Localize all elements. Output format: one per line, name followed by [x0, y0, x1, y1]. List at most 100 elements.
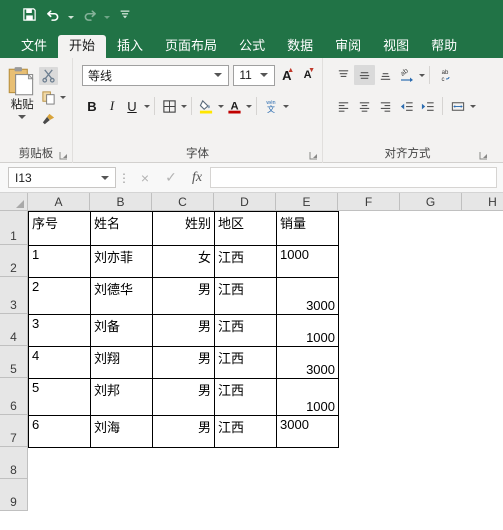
- cancel-formula-icon[interactable]: ×: [132, 167, 158, 189]
- cell-C5[interactable]: 男: [152, 346, 215, 379]
- font-size-caret[interactable]: [260, 73, 269, 77]
- underline-button[interactable]: U: [122, 95, 142, 117]
- cell-B5[interactable]: 刘翔: [90, 346, 153, 379]
- row-header-3[interactable]: 3: [0, 277, 28, 314]
- formula-bar-grip[interactable]: ⋮: [116, 172, 132, 184]
- column-header-b[interactable]: B: [90, 193, 152, 211]
- tab-page-layout[interactable]: 页面布局: [154, 35, 228, 58]
- cell-D1[interactable]: 地区: [214, 211, 277, 246]
- row-header-6[interactable]: 6: [0, 378, 28, 415]
- font-name-combo[interactable]: 等线: [82, 64, 230, 86]
- cell-B6[interactable]: 刘邦: [90, 378, 153, 416]
- tab-home[interactable]: 开始: [58, 35, 107, 58]
- tab-formulas[interactable]: 公式: [228, 35, 276, 58]
- column-header-c[interactable]: C: [152, 193, 214, 211]
- decrease-font-size-button[interactable]: A ▼: [298, 64, 317, 86]
- cell-C2[interactable]: 女: [152, 245, 215, 278]
- underline-dropdown-caret[interactable]: [144, 104, 150, 108]
- font-name-caret[interactable]: [214, 73, 223, 77]
- row-header-1[interactable]: 1: [0, 211, 28, 245]
- insert-function-icon[interactable]: fx: [184, 167, 210, 189]
- cell-C7[interactable]: 男: [152, 415, 215, 448]
- borders-dropdown-caret[interactable]: [181, 104, 187, 108]
- cell-C6[interactable]: 男: [152, 378, 215, 416]
- column-header-h[interactable]: H: [462, 193, 503, 211]
- increase-font-size-button[interactable]: A ▲: [277, 64, 296, 86]
- cell-E3[interactable]: 3000: [276, 277, 339, 315]
- cell-E7[interactable]: 3000: [276, 415, 339, 448]
- increase-indent-button[interactable]: [417, 96, 438, 116]
- cell-E5[interactable]: 3000: [276, 346, 339, 379]
- phonetic-dropdown-caret[interactable]: [283, 104, 289, 108]
- copy-dropdown-caret[interactable]: [60, 96, 67, 99]
- cell-B7[interactable]: 刘海: [90, 415, 153, 448]
- redo-dropdown-caret[interactable]: [102, 3, 112, 25]
- cell-A6[interactable]: 5: [28, 378, 91, 416]
- format-painter-button[interactable]: [39, 110, 58, 129]
- cell-C3[interactable]: 男: [152, 277, 215, 315]
- borders-button[interactable]: [159, 95, 179, 117]
- cell-E2[interactable]: 1000: [276, 245, 339, 278]
- confirm-formula-icon[interactable]: ✓: [158, 167, 184, 189]
- cell-C1[interactable]: 姓别: [152, 211, 215, 246]
- cell-D3[interactable]: 江西: [214, 277, 277, 315]
- cell-B3[interactable]: 刘德华: [90, 277, 153, 315]
- align-center-button[interactable]: [354, 96, 375, 116]
- clipboard-dialog-launcher[interactable]: [59, 151, 68, 160]
- align-top-button[interactable]: [333, 65, 354, 85]
- select-all-corner[interactable]: [0, 193, 28, 211]
- fill-color-button[interactable]: [196, 95, 216, 117]
- row-header-4[interactable]: 4: [0, 314, 28, 346]
- align-middle-button[interactable]: [354, 65, 375, 85]
- cut-button[interactable]: [39, 66, 59, 85]
- row-header-9[interactable]: 9: [0, 479, 28, 511]
- row-header-8[interactable]: 8: [0, 447, 28, 479]
- name-box-caret[interactable]: [101, 175, 109, 180]
- font-color-dropdown-caret[interactable]: [246, 104, 252, 108]
- cell-D6[interactable]: 江西: [214, 378, 277, 416]
- tab-data[interactable]: 数据: [276, 35, 324, 58]
- cell-D7[interactable]: 江西: [214, 415, 277, 448]
- cell-D2[interactable]: 江西: [214, 245, 277, 278]
- align-bottom-button[interactable]: [375, 65, 396, 85]
- cell-A1[interactable]: 序号: [28, 211, 91, 246]
- name-box[interactable]: I13: [8, 167, 116, 188]
- font-size-combo[interactable]: 11: [233, 64, 276, 86]
- column-header-a[interactable]: A: [28, 193, 90, 211]
- bold-button[interactable]: B: [82, 95, 102, 117]
- cell-A4[interactable]: 3: [28, 314, 91, 347]
- merge-dropdown-caret[interactable]: [470, 104, 476, 108]
- column-header-d[interactable]: D: [214, 193, 276, 211]
- alignment-dialog-launcher[interactable]: [479, 151, 488, 160]
- spreadsheet-grid[interactable]: A B C D E F G H 1 2 3 4 5 6 7 8 9 序号 姓名 姓别 地区 销量 1 刘亦菲女江西 1000 2 刘…: [0, 193, 503, 530]
- font-color-button[interactable]: A: [224, 95, 244, 117]
- tab-view[interactable]: 视图: [372, 35, 420, 58]
- undo-button[interactable]: [42, 3, 64, 25]
- tab-review[interactable]: 审阅: [324, 35, 372, 58]
- column-header-f[interactable]: F: [338, 193, 400, 211]
- column-header-e[interactable]: E: [276, 193, 338, 211]
- cell-E1[interactable]: 销量: [276, 211, 339, 246]
- redo-button[interactable]: [78, 3, 100, 25]
- customize-toolbar-icon[interactable]: [114, 3, 136, 25]
- row-header-2[interactable]: 2: [0, 245, 28, 277]
- cell-D4[interactable]: 江西: [214, 314, 277, 347]
- align-right-button[interactable]: [375, 96, 396, 116]
- cell-A2[interactable]: 1: [28, 245, 91, 278]
- tab-help[interactable]: 帮助: [420, 35, 468, 58]
- tab-insert[interactable]: 插入: [106, 35, 154, 58]
- wrap-text-button[interactable]: ab c: [434, 65, 455, 85]
- paste-dropdown-caret[interactable]: [18, 114, 27, 119]
- paste-button[interactable]: 粘贴: [5, 62, 39, 144]
- cell-A7[interactable]: 6: [28, 415, 91, 448]
- undo-dropdown-caret[interactable]: [66, 3, 76, 25]
- copy-button[interactable]: [39, 88, 67, 107]
- cell-A5[interactable]: 4: [28, 346, 91, 379]
- cell-B2[interactable]: 刘亦菲: [90, 245, 153, 278]
- cell-E6[interactable]: 1000: [276, 378, 339, 416]
- formula-input[interactable]: [210, 167, 497, 188]
- merge-cells-button[interactable]: [447, 96, 468, 116]
- cell-E4[interactable]: 1000: [276, 314, 339, 347]
- cell-A3[interactable]: 2: [28, 277, 91, 315]
- orientation-button[interactable]: ab: [396, 65, 417, 85]
